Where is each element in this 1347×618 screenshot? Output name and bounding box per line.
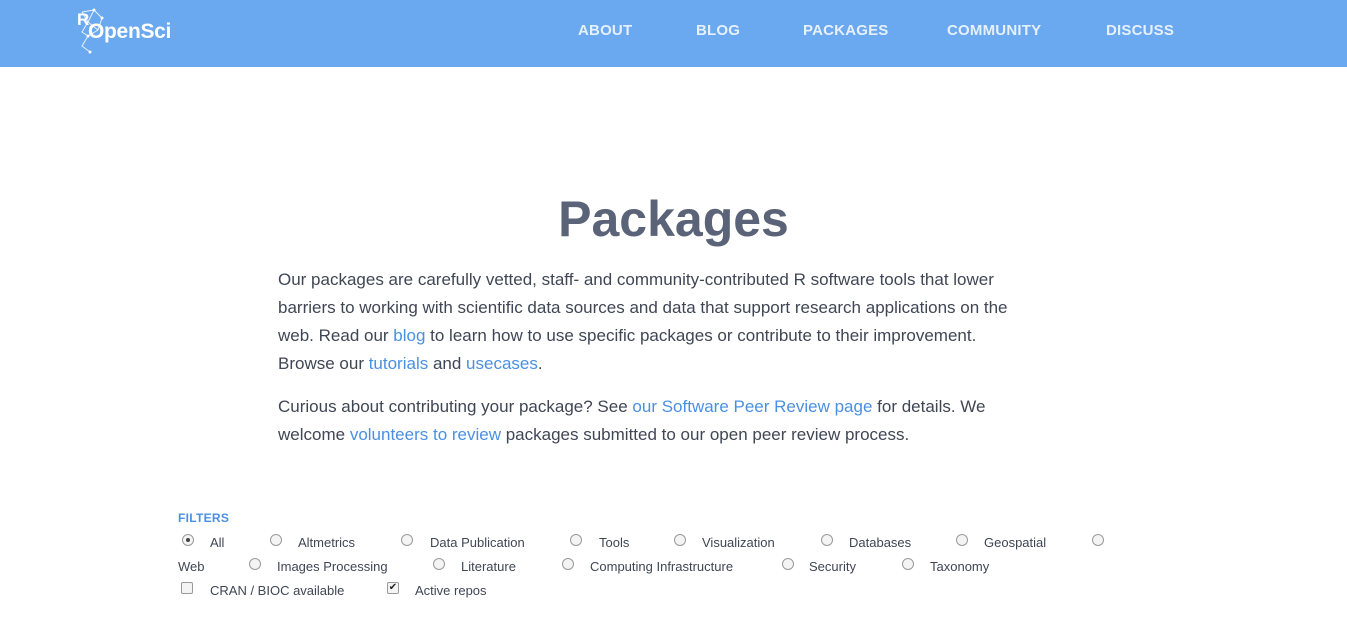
- filter-radio-tools[interactable]: [570, 534, 582, 546]
- intro-text: to learn how to use specific packages or…: [425, 326, 977, 345]
- volunteers-link[interactable]: volunteers to review: [350, 425, 501, 444]
- blog-link[interactable]: blog: [393, 326, 425, 345]
- intro-line: web. Read our blog to learn how to use s…: [278, 322, 1068, 350]
- intro-text: .: [537, 354, 543, 373]
- filter-label-data-publication: Data Publication: [430, 535, 525, 550]
- filter-label-computing-infrastructure: Computing Infrastructure: [590, 559, 734, 574]
- ropensci-logo[interactable]: R OpenSci: [76, 8, 176, 54]
- filter-label-all: All: [210, 535, 225, 550]
- filter-label-visualization: Visualization: [702, 535, 775, 550]
- intro-paragraph: Our packages are carefully vetted, staff…: [278, 266, 1068, 378]
- filter-radio-databases[interactable]: [821, 534, 833, 546]
- intro-line: Browse our tutorials and usecases.: [278, 350, 1068, 378]
- filter-radio-all[interactable]: [182, 534, 194, 546]
- intro-text: web. Read our: [278, 326, 394, 345]
- filter-radio-altmetrics[interactable]: [270, 534, 282, 546]
- active-repos-label: Active repos: [415, 583, 487, 598]
- contribute-text: packages submitted to our open peer revi…: [501, 425, 910, 444]
- logo-wordmark: OpenSci: [88, 20, 172, 43]
- filter-radio-security[interactable]: [782, 558, 794, 570]
- filter-radio-data-publication[interactable]: [401, 534, 413, 546]
- contribute-text: welcome: [278, 425, 350, 444]
- intro-text: Browse our: [278, 354, 369, 373]
- contribute-line: Curious about contributing your package?…: [278, 393, 1068, 421]
- intro-line: barriers to working with scientific data…: [278, 298, 1008, 317]
- intro-text: and: [428, 354, 467, 373]
- page-title: Packages: [558, 191, 789, 247]
- filter-label-literature: Literature: [461, 559, 516, 574]
- usecases-link[interactable]: usecases: [466, 354, 538, 373]
- filters-heading: FILTERS: [178, 511, 230, 525]
- filter-radio-taxonomy[interactable]: [902, 558, 914, 570]
- contribute-text: Curious about contributing your package?…: [278, 397, 633, 416]
- filter-label-security: Security: [809, 559, 856, 574]
- filter-radio-literature[interactable]: [433, 558, 445, 570]
- filter-label-web: Web: [178, 559, 205, 574]
- filter-radio-visualization[interactable]: [674, 534, 686, 546]
- filter-radio-web[interactable]: [1092, 534, 1104, 546]
- filter-radio-geospatial[interactable]: [956, 534, 968, 546]
- filter-label-taxonomy: Taxonomy: [930, 559, 990, 574]
- top-navbar: R OpenSci ABOUT BLOG PACKAGES COMMUNITY …: [0, 0, 1347, 67]
- software-peer-review-link[interactable]: our Software Peer Review page: [632, 397, 872, 416]
- filter-radio-computing-infrastructure[interactable]: [562, 558, 574, 570]
- active-repos-checkbox[interactable]: ✔: [387, 582, 399, 594]
- cran-bioc-label: CRAN / BIOC available: [210, 583, 345, 598]
- nav-discuss[interactable]: DISCUSS: [1106, 22, 1174, 39]
- nav-about[interactable]: ABOUT: [578, 22, 632, 39]
- nav-blog[interactable]: BLOG: [696, 22, 740, 39]
- tutorials-link[interactable]: tutorials: [369, 354, 429, 373]
- nav-packages[interactable]: PACKAGES: [803, 22, 889, 39]
- filter-label-geospatial: Geospatial: [984, 535, 1047, 550]
- contribute-line: welcome volunteers to review packages su…: [278, 421, 1068, 449]
- filter-label-altmetrics: Altmetrics: [298, 535, 356, 550]
- filter-label-tools: Tools: [599, 535, 630, 550]
- cran-bioc-checkbox[interactable]: [181, 582, 193, 594]
- contribute-paragraph: Curious about contributing your package?…: [278, 393, 1068, 449]
- nav-community[interactable]: COMMUNITY: [947, 22, 1041, 39]
- filter-radio-images-processing[interactable]: [249, 558, 261, 570]
- filter-label-databases: Databases: [849, 535, 912, 550]
- intro-line: Our packages are carefully vetted, staff…: [278, 270, 994, 289]
- filter-label-images-processing: Images Processing: [277, 559, 388, 574]
- contribute-text: for details. We: [872, 397, 986, 416]
